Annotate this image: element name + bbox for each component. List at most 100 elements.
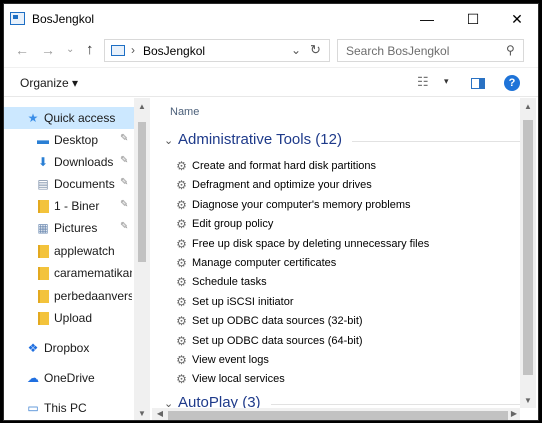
admin-tool-icon: ⚙ [176, 275, 187, 289]
sidebar-item-dropbox[interactable]: ❖ Dropbox [4, 337, 134, 359]
group-header[interactable]: ⌄ AutoPlay (3) [160, 394, 520, 408]
close-button[interactable]: ✕ [494, 4, 538, 34]
up-button[interactable]: ↑ [86, 41, 94, 58]
chevron-down-icon[interactable]: ⌄ [164, 134, 173, 147]
admin-tool-icon: ⚙ [176, 353, 187, 367]
list-item[interactable]: ⚙ Create and format hard disk partitions [172, 157, 502, 176]
sidebar-item-desktop[interactable]: ▬ Desktop ✎ [4, 129, 134, 151]
sidebar-item-label: caramematikanv [54, 266, 132, 280]
list-item[interactable]: ⚙ Edit group policy [172, 215, 502, 234]
list-item[interactable]: ⚙ View local services [172, 370, 502, 389]
list-item[interactable]: ⚙ Free up disk space by deleting unnecess… [172, 235, 502, 254]
sidebar-item-downloads[interactable]: ⬇ Downloads ✎ [4, 151, 134, 173]
back-button[interactable]: ← [15, 42, 29, 58]
content-scroll-down-icon[interactable]: ▼ [520, 396, 536, 405]
command-bar: Organize ▾ ☷ ▾ ? [4, 67, 538, 97]
group-header[interactable]: ⌄ Administrative Tools (12) [160, 131, 520, 151]
sidebar-item-applewatch[interactable]: applewatch [4, 240, 134, 262]
folder-icon [38, 200, 49, 213]
list-item[interactable]: ⚙ Set up iSCSI initiator [172, 293, 502, 312]
dropbox-icon: ❖ [27, 341, 39, 355]
preview-pane-icon[interactable] [471, 78, 485, 89]
list-item-label: Set up iSCSI initiator [192, 296, 294, 308]
sidebar-item-pictures[interactable]: ▦ Pictures ✎ [4, 217, 134, 239]
group-title: AutoPlay (3) [178, 394, 261, 408]
folder-icon [38, 267, 49, 280]
pin-icon[interactable]: ✎ [120, 177, 128, 188]
list-item[interactable]: ⚙ Diagnose your computer's memory problem… [172, 196, 502, 215]
pin-icon[interactable]: ✎ [120, 199, 128, 210]
scroll-right-icon[interactable]: ▶ [506, 409, 522, 418]
name-column-header[interactable]: Name [170, 106, 199, 118]
sidebar-item-perbedaanversiv[interactable]: perbedaanversiv [4, 285, 134, 307]
file-explorer-window: BosJengkol — ☐ ✕ ← → ⌄ ↑ › BosJengkol ⌄ … [3, 3, 539, 421]
list-item-label: Create and format hard disk partitions [192, 160, 377, 172]
folder-window-icon [111, 45, 125, 56]
pin-icon[interactable]: ✎ [120, 133, 128, 144]
address-dropdown-icon[interactable]: ⌄ [291, 43, 301, 57]
sidebar-item-label: Dropbox [44, 341, 90, 355]
search-input[interactable]: Search BosJengkol ⚲ [337, 39, 524, 62]
folder-icon [38, 312, 49, 325]
nav-scrollbar-thumb[interactable] [138, 122, 146, 262]
admin-tool-icon: ⚙ [176, 198, 187, 212]
minimize-button[interactable]: — [404, 4, 450, 34]
nav-scroll-down-icon[interactable]: ▼ [134, 409, 150, 418]
sidebar-item-quick-access[interactable]: ★ Quick access [4, 107, 134, 129]
group-title: Administrative Tools (12) [178, 131, 342, 148]
breadcrumb-chevron-icon[interactable]: › [131, 43, 135, 57]
list-item[interactable]: ⚙ Set up ODBC data sources (64-bit) [172, 332, 502, 351]
star-icon: ★ [27, 111, 39, 125]
breadcrumb[interactable]: BosJengkol [143, 44, 205, 58]
group-divider [352, 141, 520, 142]
sidebar-item-label: applewatch [54, 244, 115, 258]
list-item-label: Set up ODBC data sources (64-bit) [192, 335, 363, 347]
search-icon[interactable]: ⚲ [506, 43, 515, 57]
refresh-icon[interactable]: ↻ [310, 42, 321, 58]
content-scroll-up-icon[interactable]: ▲ [520, 102, 536, 111]
maximize-button[interactable]: ☐ [450, 4, 496, 34]
group-divider [271, 404, 520, 405]
change-view-icon[interactable]: ☷ [417, 74, 429, 90]
admin-tool-icon: ⚙ [176, 178, 187, 192]
admin-tool-icon: ⚙ [176, 334, 187, 348]
view-dropdown-icon[interactable]: ▾ [444, 76, 449, 87]
list-item[interactable]: ⚙ Schedule tasks [172, 273, 502, 292]
sidebar-item-label: OneDrive [44, 371, 95, 385]
documents-icon: ▤ [37, 177, 49, 191]
recent-locations-chevron-icon[interactable]: ⌄ [66, 44, 74, 55]
nav-scroll-up-icon[interactable]: ▲ [134, 102, 150, 111]
chevron-down-icon[interactable]: ⌄ [164, 397, 173, 408]
desktop-icon: ▬ [37, 133, 49, 147]
this-pc-icon: ▭ [27, 401, 39, 415]
title-bar[interactable]: BosJengkol — ☐ ✕ [4, 4, 538, 34]
navigation-pane: ▲ ▼ ★ Quick access ▬ Desktop ✎ ⬇ Downloads ✎ ▤ Do… [4, 98, 150, 420]
pin-icon[interactable]: ✎ [120, 155, 128, 166]
forward-button[interactable]: → [41, 42, 55, 58]
admin-tool-icon: ⚙ [176, 217, 187, 231]
content-scrollbar-thumb[interactable] [523, 120, 533, 375]
sidebar-item-onedrive[interactable]: ☁ OneDrive [4, 367, 134, 389]
admin-tool-icon: ⚙ [176, 237, 187, 251]
address-bar[interactable]: › BosJengkol ⌄ ↻ [104, 39, 330, 62]
pin-icon[interactable]: ✎ [120, 221, 128, 232]
list-item-label: Edit group policy [192, 218, 274, 230]
list-item[interactable]: ⚙ Defragment and optimize your drives [172, 176, 502, 195]
help-icon[interactable]: ? [504, 75, 520, 91]
horizontal-scrollbar-thumb[interactable] [168, 411, 508, 420]
sidebar-item-upload[interactable]: Upload [4, 307, 134, 329]
pictures-icon: ▦ [37, 221, 49, 235]
sidebar-item-caramematikanv[interactable]: caramematikanv [4, 262, 134, 284]
sidebar-item-1-biner[interactable]: 1 - Biner ✎ [4, 195, 134, 217]
list-item[interactable]: ⚙ View event logs [172, 351, 502, 370]
sidebar-item-label: Quick access [44, 111, 116, 125]
sidebar-item-documents[interactable]: ▤ Documents ✎ [4, 173, 134, 195]
list-item[interactable]: ⚙ Set up ODBC data sources (32-bit) [172, 312, 502, 331]
organize-button[interactable]: Organize ▾ [20, 76, 78, 90]
admin-tool-icon: ⚙ [176, 159, 187, 173]
sidebar-item-this-pc[interactable]: ▭ This PC [4, 397, 134, 419]
list-item-label: Manage computer certificates [192, 257, 337, 269]
list-item[interactable]: ⚙ Manage computer certificates [172, 254, 502, 273]
scroll-left-icon[interactable]: ◀ [152, 409, 168, 418]
list-item-label: Schedule tasks [192, 276, 267, 288]
